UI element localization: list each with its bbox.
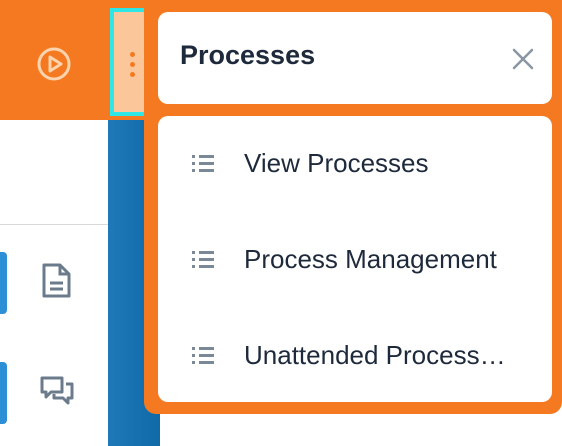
chat-icon[interactable] (38, 372, 76, 410)
kebab-dot (130, 62, 135, 67)
play-circle-icon[interactable] (36, 46, 72, 82)
document-icon[interactable] (38, 262, 74, 300)
menu-item-unattended-processes[interactable]: Unattended Process… (158, 326, 552, 386)
kebab-dot (130, 52, 135, 57)
list-icon (192, 347, 214, 364)
process-menu: View Processes Process Management Unatte… (158, 116, 552, 402)
kebab-dot (130, 72, 135, 77)
divider (0, 224, 108, 225)
left-sidebar (0, 0, 108, 446)
close-icon[interactable] (510, 46, 536, 72)
menu-item-view-processes[interactable]: View Processes (158, 134, 552, 194)
active-indicator (0, 362, 7, 424)
popover-header: Processes (158, 12, 552, 104)
menu-item-label: View Processes (244, 148, 429, 178)
list-icon (192, 251, 214, 268)
list-icon (192, 155, 214, 172)
menu-item-process-management[interactable]: Process Management (158, 230, 552, 290)
menu-item-label: Process Management (244, 244, 497, 274)
active-indicator (0, 252, 7, 314)
menu-item-label: Unattended Process… (244, 340, 506, 370)
popover-title: Processes (180, 40, 316, 70)
